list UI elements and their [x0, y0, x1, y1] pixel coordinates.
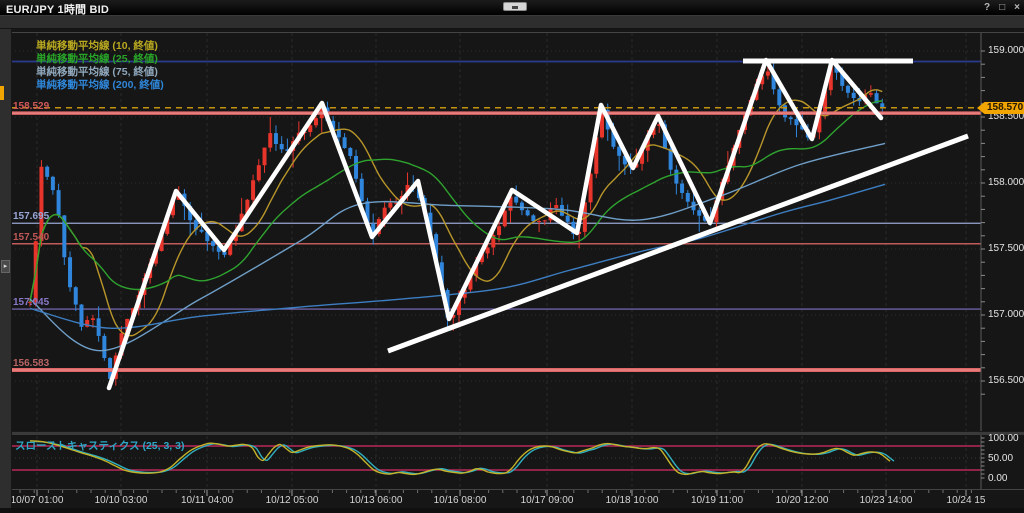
trading-app-window: EUR/JPY 1時間 BID ? □ × ▸ 単純移動平均線 (10, 終値)… — [0, 0, 1024, 508]
sidebar-orange-tab[interactable] — [0, 86, 4, 100]
toolbar-strip — [0, 16, 1024, 29]
help-button[interactable]: ? — [984, 0, 990, 15]
ma-legend: 単純移動平均線 (10, 終値)単純移動平均線 (25, 終値)単純移動平均線 … — [36, 40, 164, 92]
ma-legend-item: 単純移動平均線 (200, 終値) — [36, 79, 164, 92]
left-price-label: 158.529 — [13, 101, 49, 112]
close-button[interactable]: × — [1014, 0, 1020, 15]
toolbar-collapse-button[interactable] — [503, 2, 527, 11]
maximize-button[interactable]: □ — [999, 0, 1005, 15]
stochastic-legend: スローストキャスティクス (25, 3, 3) — [15, 438, 184, 453]
collapse-arrow-icon — [512, 6, 518, 9]
left-price-label: 157.540 — [13, 232, 49, 243]
time-axis[interactable] — [11, 491, 981, 508]
price-axis[interactable] — [981, 29, 1024, 489]
sidebar-expand-button[interactable]: ▸ — [1, 260, 10, 273]
left-price-label: 157.045 — [13, 297, 49, 308]
ma-legend-item: 単純移動平均線 (25, 終値) — [36, 53, 164, 66]
left-price-label: 157.695 — [13, 211, 49, 222]
ma-legend-item: 単純移動平均線 (10, 終値) — [36, 40, 164, 53]
left-price-label: 156.583 — [13, 358, 49, 369]
window-title: EUR/JPY 1時間 BID — [6, 1, 109, 17]
left-sidebar: ▸ — [0, 29, 12, 508]
ma-legend-item: 単純移動平均線 (75, 終値) — [36, 66, 164, 79]
